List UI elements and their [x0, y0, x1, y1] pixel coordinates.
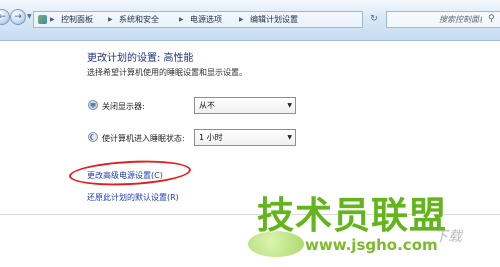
page-title: 更改计划的设置: 高性能: [87, 53, 194, 64]
breadcrumb-item-power-options[interactable]: 电源选项: [190, 15, 222, 25]
sleep-value: 1 小时: [199, 133, 223, 142]
control-panel-icon: [38, 15, 47, 24]
watermark-url: www.jsgho.com: [305, 236, 438, 254]
recent-pages-dropdown-icon[interactable]: ▼: [27, 13, 32, 20]
breadcrumb-item-system-security[interactable]: 系统和安全: [119, 15, 159, 25]
address-bar: ← → ▼ ▶ 控制面板 ▶ 系统和安全 ▶ 电源选项 ▶ 编辑计划设置 ↻ ⚲: [0, 0, 500, 41]
breadcrumb-separator-icon[interactable]: ▶: [108, 15, 113, 25]
sleep-moon-icon: [88, 132, 98, 142]
breadcrumb[interactable]: ▶ 控制面板 ▶ 系统和安全 ▶ 电源选项 ▶ 编辑计划设置: [33, 11, 363, 28]
breadcrumb-separator-icon[interactable]: ▶: [50, 15, 55, 25]
search-input[interactable]: [387, 12, 482, 27]
breadcrumb-separator-icon[interactable]: ▶: [239, 15, 244, 25]
highlight-circle: [68, 157, 192, 189]
breadcrumb-item-control-panel[interactable]: 控制面板: [61, 15, 93, 25]
display-off-label: 关闭显示器:: [102, 102, 145, 111]
display-off-value: 从不: [199, 101, 215, 110]
sleep-select[interactable]: 1 小时 ▼: [194, 129, 296, 146]
breadcrumb-item-edit-plan[interactable]: 编辑计划设置: [250, 15, 298, 25]
sleep-label: 使计算机进入睡眠状态:: [102, 134, 185, 143]
restore-defaults-link[interactable]: 还原此计划的默认设置(R): [87, 192, 179, 203]
monitor-icon: [88, 100, 98, 110]
search-icon[interactable]: ⚲: [488, 14, 495, 25]
page-description: 选择希望计算机使用的睡眠设置和显示设置。: [87, 68, 247, 77]
search-box[interactable]: ⚲: [386, 11, 500, 28]
back-arrow-icon[interactable]: ←: [0, 9, 10, 25]
refresh-icon[interactable]: ↻: [367, 12, 381, 26]
display-off-select[interactable]: 从不 ▼: [194, 97, 296, 114]
breadcrumb-separator-icon[interactable]: ▶: [179, 15, 184, 25]
forward-arrow-icon[interactable]: →: [10, 9, 26, 25]
watermark-side-text: 下载: [434, 229, 462, 245]
chevron-down-icon[interactable]: ▼: [287, 101, 292, 111]
chevron-down-icon[interactable]: ▼: [287, 133, 292, 143]
watermark-title: 技术员联盟: [257, 194, 447, 237]
